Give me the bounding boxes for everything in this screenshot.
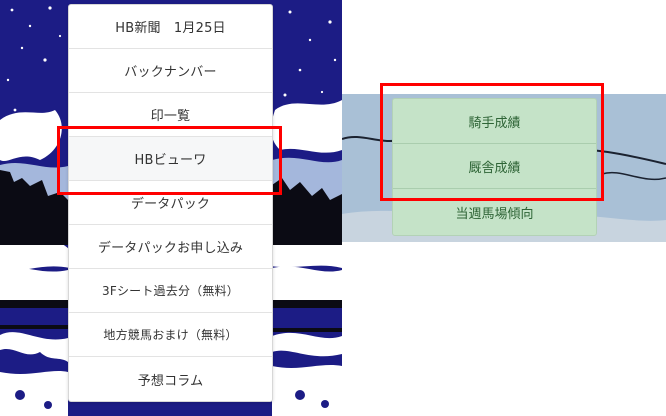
submenu-item-track-trend[interactable]: 当週馬場傾向	[393, 189, 596, 235]
menu-item-prediction-column[interactable]: 予想コラム	[69, 357, 272, 401]
menu-item-hb-viewer[interactable]: HBビューワ	[69, 137, 272, 181]
menu-item-3f-sheet-archive[interactable]: 3Fシート過去分（無料）	[69, 269, 272, 313]
menu-item-mark-list[interactable]: 印一覧	[69, 93, 272, 137]
menu-item-back-number[interactable]: バックナンバー	[69, 49, 272, 93]
menu-item-local-racing-bonus[interactable]: 地方競馬おまけ（無料）	[69, 313, 272, 357]
viewer-submenu: 騎手成績 厩舎成績 当週馬場傾向	[392, 98, 597, 236]
submenu-item-stable-stats[interactable]: 厩舎成績	[393, 144, 596, 189]
menu-item-hb-newspaper[interactable]: HB新聞 1月25日	[69, 5, 272, 49]
main-dropdown-menu: HB新聞 1月25日 バックナンバー 印一覧 HBビューワ データパック データ…	[68, 4, 273, 402]
submenu-item-jockey-stats[interactable]: 騎手成績	[393, 99, 596, 144]
menu-item-data-pack[interactable]: データパック	[69, 181, 272, 225]
menu-item-data-pack-apply[interactable]: データパックお申し込み	[69, 225, 272, 269]
